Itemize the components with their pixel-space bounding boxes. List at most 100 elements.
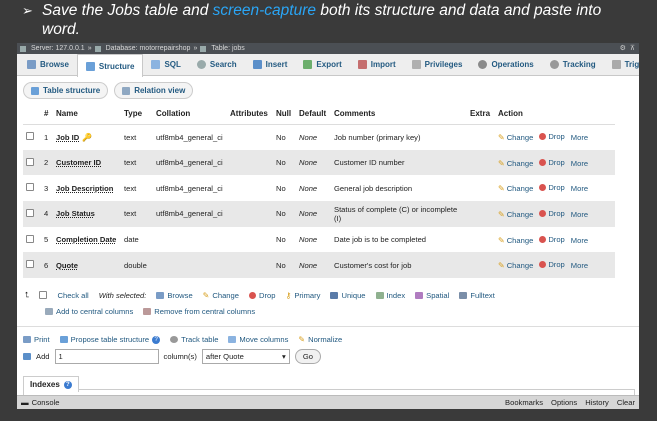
drop-button[interactable]: Drop [539, 260, 565, 269]
tab-browse[interactable]: Browse [19, 54, 77, 75]
change-button[interactable]: ✎ Change [498, 261, 533, 270]
indexes-legend: Indexes? [23, 376, 79, 392]
tab-tracking[interactable]: Tracking [542, 54, 604, 75]
more-button[interactable]: More [571, 159, 588, 168]
change-button[interactable]: ✎ Change [498, 184, 533, 193]
column-collation [153, 226, 227, 253]
column-attributes [227, 201, 273, 227]
column-null: No [273, 175, 296, 202]
row-checkbox[interactable] [26, 183, 34, 192]
table-row: 1 Job ID 🔑 text utf8mb4_general_ci No Non… [23, 124, 615, 150]
column-name[interactable]: Job Status [56, 209, 95, 218]
bulk-primary-button[interactable]: ⚷ Primary [285, 291, 320, 300]
bulk-change-button[interactable]: ✎ Change [203, 291, 239, 300]
track-table-button[interactable]: Track table [170, 335, 218, 344]
check-all-label[interactable]: Check all [57, 291, 88, 300]
tab-structure[interactable]: Structure [76, 54, 144, 77]
header-attributes: Attributes [227, 103, 273, 125]
more-button[interactable]: More [571, 184, 588, 193]
row-checkbox[interactable] [26, 157, 34, 166]
column-comment: Customer ID number [331, 149, 467, 176]
table-header-row: # Name Type Collation Attributes Null De… [23, 103, 615, 125]
tab-sql[interactable]: SQL [143, 54, 188, 75]
bulk-browse-button[interactable]: Browse [156, 291, 193, 300]
row-checkbox[interactable] [26, 260, 34, 269]
console-bar[interactable]: ▬ Console Bookmarks Options History Clea… [17, 395, 639, 409]
propose-structure-button[interactable]: Propose table structure? [59, 335, 161, 344]
bulk-spatial-button[interactable]: Spatial [415, 291, 449, 300]
print-icon [23, 336, 31, 343]
column-default: None [296, 201, 331, 227]
column-name[interactable]: Customer ID [56, 158, 101, 167]
table-structure-button[interactable]: Table structure [23, 82, 109, 99]
tab-operations[interactable]: Operations [470, 54, 541, 75]
column-name[interactable]: Job ID [56, 133, 79, 142]
pencil-icon: ✎ [498, 158, 505, 168]
row-num: 2 [41, 149, 53, 176]
column-name[interactable]: Quote [56, 261, 78, 270]
column-type: text [121, 124, 153, 150]
help-icon[interactable]: ? [152, 335, 161, 344]
relation-view-button[interactable]: Relation view [114, 82, 194, 99]
drop-button[interactable]: Drop [539, 209, 565, 218]
tab-insert[interactable]: Insert [245, 54, 296, 75]
column-comment: General job description [331, 175, 467, 202]
bulk-unique-button[interactable]: Unique [330, 291, 366, 300]
tab-export[interactable]: Export [295, 54, 349, 75]
remove-central-columns-button[interactable]: Remove from central columns [143, 307, 255, 316]
check-all-checkbox[interactable] [39, 291, 48, 299]
change-button[interactable]: ✎ Change [498, 159, 533, 168]
bulk-index-button[interactable]: Index [375, 291, 405, 300]
change-button[interactable]: ✎ Change [498, 133, 533, 142]
collapse-icon[interactable]: ⊼ [630, 43, 635, 54]
row-checkbox[interactable] [26, 234, 34, 243]
change-button[interactable]: ✎ Change [498, 210, 533, 219]
column-comment: Job number (primary key) [331, 124, 467, 150]
bulk-fulltext-button[interactable]: Fulltext [459, 291, 495, 300]
position-select[interactable]: after Quote ▾ [201, 349, 290, 364]
tab-search[interactable]: Search [189, 54, 245, 75]
console-bookmarks[interactable]: Bookmarks [505, 398, 543, 407]
add-central-columns-button[interactable]: Add to central columns [45, 307, 133, 316]
header-null: Null [273, 103, 296, 125]
breadcrumb-table[interactable]: Table: jobs [211, 43, 244, 54]
console-history[interactable]: History [585, 398, 609, 407]
console-label[interactable]: Console [32, 398, 60, 407]
breadcrumb-server[interactable]: Server: 127.0.0.1 [31, 43, 85, 54]
console-options[interactable]: Options [551, 398, 577, 407]
gear-icon[interactable]: ⚙ [620, 43, 626, 54]
move-columns-button[interactable]: Move columns [228, 335, 288, 344]
main-tabs: Browse Structure SQL Search Insert Expor… [17, 54, 639, 77]
column-name[interactable]: Completion Date [56, 235, 116, 244]
tab-import[interactable]: Import [350, 54, 404, 75]
drop-button[interactable]: Drop [539, 158, 565, 167]
divider [17, 326, 639, 327]
more-button[interactable]: More [571, 236, 588, 245]
row-num: 1 [41, 124, 53, 150]
breadcrumb-database[interactable]: Database: motorrepairshop [106, 43, 191, 54]
more-button[interactable]: More [571, 210, 588, 219]
table-row: 6 Quote double No None Customer's cost f… [23, 252, 615, 279]
print-button[interactable]: Print [23, 335, 50, 344]
column-name[interactable]: Job Description [56, 184, 113, 193]
column-type: date [121, 226, 153, 253]
tab-triggers[interactable]: Triggers [604, 54, 639, 75]
remove-columns-icon [143, 307, 152, 315]
normalize-button[interactable]: ✎ Normalize [298, 335, 342, 344]
drop-button[interactable]: Drop [539, 183, 565, 192]
row-checkbox[interactable] [26, 132, 34, 141]
drop-button[interactable]: Drop [539, 132, 565, 141]
row-checkbox[interactable] [26, 208, 34, 217]
column-count-input[interactable]: 1 [54, 349, 159, 364]
column-extra [467, 124, 495, 150]
change-button[interactable]: ✎ Change [498, 236, 533, 245]
help-icon[interactable]: ? [63, 380, 72, 389]
more-button[interactable]: More [571, 261, 588, 270]
drop-button[interactable]: Drop [539, 235, 565, 244]
bulk-drop-button[interactable]: Drop [248, 291, 275, 300]
go-button[interactable]: Go [294, 349, 321, 364]
more-button[interactable]: More [571, 133, 588, 142]
header-name[interactable]: Name [53, 103, 121, 125]
tab-privileges[interactable]: Privileges [404, 54, 471, 75]
console-clear[interactable]: Clear [617, 398, 635, 407]
